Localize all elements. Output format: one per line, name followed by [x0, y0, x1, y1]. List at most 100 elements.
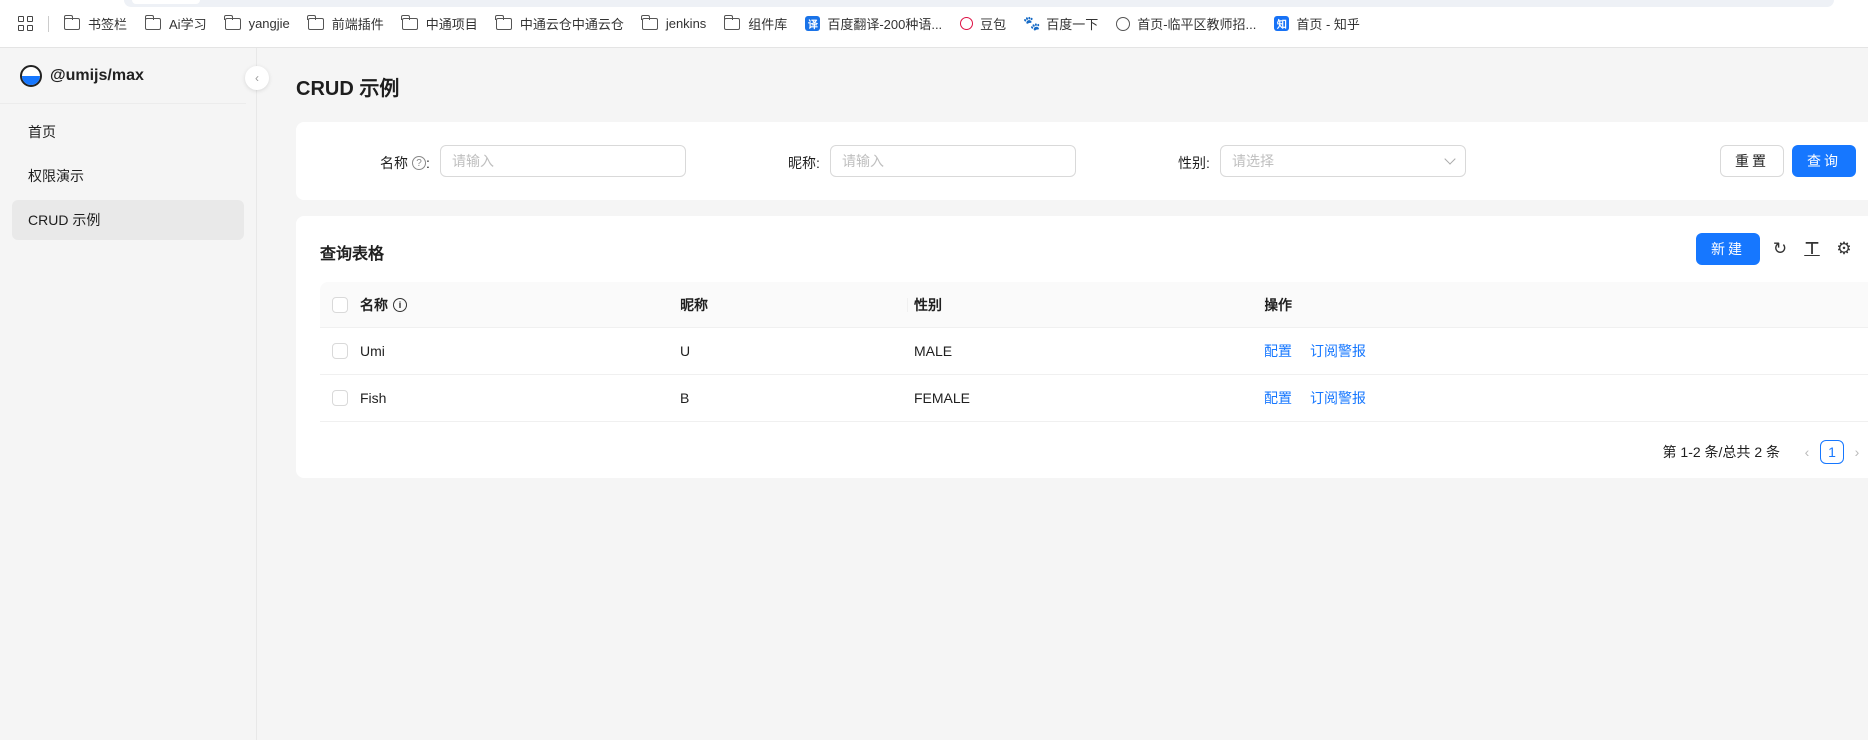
sidebar-item-label: 权限演示 [28, 168, 84, 184]
question-circle-icon[interactable]: ? [412, 156, 426, 170]
cell-gender: MALE [914, 343, 953, 359]
gender-select-placeholder: 请选择 [1232, 153, 1274, 169]
bookmark-label: yangjie [248, 16, 290, 31]
header-ops-label: 操作 [1264, 296, 1292, 313]
bookmark-item[interactable]: 中通云仓中通云仓 [495, 14, 624, 33]
bookmarks-bar: 书签栏 Ai学习 yangjie 前端插件 中通项目 中通云仓中通云仓 jenkins 组件库… [0, 0, 1868, 48]
sidebar-item-label: 首页 [28, 124, 56, 140]
reset-button[interactable]: 重置 [1720, 145, 1784, 177]
header-ops: 操作 [1264, 282, 1868, 327]
nick-input[interactable] [830, 145, 1076, 177]
bookmark-label: 中通云仓中通云仓 [519, 17, 624, 32]
query-button-label: 查询 [1807, 153, 1841, 169]
bookmark-item[interactable]: 豆包 [960, 14, 1006, 33]
header-nick: 昵称 [680, 282, 907, 327]
subscribe-alert-link[interactable]: 订阅警报 [1310, 388, 1366, 408]
collapse-sidebar-button[interactable]: ‹ [245, 66, 269, 90]
bookmark-label: 首页 - 知乎 [1296, 17, 1360, 32]
row-checkbox[interactable] [332, 390, 348, 406]
bookmark-item[interactable]: jenkins [641, 14, 707, 31]
folder-icon [224, 14, 241, 30]
page-1-button[interactable]: 1 [1820, 440, 1844, 464]
sidebar-item-home[interactable]: 首页 [12, 112, 244, 152]
sidebar: @umijs/max 首页 权限演示 CRUD 示例 [0, 48, 257, 740]
bookmark-label: 豆包 [980, 17, 1007, 32]
query-button[interactable]: 查询 [1792, 145, 1856, 177]
reset-button-label: 重置 [1735, 153, 1769, 169]
search-form: 名称 ? : 昵称: 性别: 请选择 重置 查询 [296, 122, 1868, 200]
name-field-label: 名称 ? : [380, 153, 430, 173]
sidebar-menu: 首页 权限演示 CRUD 示例 [0, 104, 256, 252]
name-input[interactable] [440, 145, 686, 177]
baidu-paw-icon: 🐾 [1022, 15, 1041, 31]
header-nick-label: 昵称 [680, 296, 708, 313]
bookmark-item[interactable]: 🐾 百度一下 [1022, 14, 1098, 33]
umi-logo-icon [20, 64, 42, 87]
configure-link[interactable]: 配置 [1264, 341, 1292, 361]
bookmark-item[interactable]: 首页-临平区教师招... [1116, 14, 1256, 33]
folder-icon [723, 14, 741, 30]
folder-icon [495, 14, 512, 30]
folder-icon [307, 14, 324, 30]
row-checkbox[interactable] [332, 343, 348, 359]
sidebar-item-crud[interactable]: CRUD 示例 [12, 200, 244, 240]
apps-grid-icon[interactable] [18, 15, 34, 32]
subscribe-alert-link[interactable]: 订阅警报 [1310, 341, 1366, 361]
header-name: 名称 i [360, 282, 680, 327]
bookmark-item[interactable]: 前端插件 [307, 14, 384, 33]
table-card: 查询表格 新建 ↻ ⊤ ⚙ 名称 i 昵称 性别 操作 Umi U MALE 配… [296, 216, 1868, 478]
sidebar-item-access[interactable]: 权限演示 [12, 156, 244, 196]
cell-name: Umi [360, 343, 385, 359]
density-icon[interactable]: ⊤ [1803, 239, 1821, 258]
cell-ops: 配置 订阅警报 [1264, 328, 1868, 374]
bookmark-label: jenkins [665, 16, 707, 31]
bookmark-item[interactable]: 书签栏 [63, 14, 127, 33]
prev-page-icon[interactable]: ‹ [1796, 444, 1818, 460]
reload-icon[interactable]: ↻ [1771, 239, 1789, 258]
nick-field-label: 昵称: [788, 153, 820, 173]
zhihu-icon: 知 [1274, 16, 1290, 31]
select-all-checkbox[interactable] [332, 296, 348, 313]
bookmark-item[interactable]: Ai学习 [144, 14, 207, 33]
cell-name: Fish [360, 390, 387, 406]
new-button[interactable]: 新建 [1696, 233, 1760, 265]
name-label-text: 名称 [380, 155, 408, 171]
bookmark-label: 百度翻译-200种语... [827, 17, 943, 32]
row-checkbox-cell [320, 375, 360, 421]
sidebar-item-label: CRUD 示例 [28, 212, 101, 228]
bookmark-item[interactable]: 译百度翻译-200种语... [805, 14, 942, 33]
folder-icon [63, 14, 80, 30]
bookmark-list: 书签栏 Ai学习 yangjie 前端插件 中通项目 中通云仓中通云仓 jenkins 组件库… [63, 14, 1378, 33]
bookmark-item[interactable]: 知首页 - 知乎 [1274, 14, 1360, 33]
info-circle-icon[interactable]: i [393, 297, 407, 312]
bookmark-item[interactable]: 中通项目 [401, 14, 478, 33]
table-title: 查询表格 [320, 246, 385, 263]
next-page-icon[interactable]: › [1846, 444, 1868, 460]
bookmark-item[interactable]: yangjie [224, 14, 290, 31]
new-button-label: 新建 [1711, 241, 1745, 257]
folder-icon [401, 14, 418, 30]
bookmarks-divider [48, 15, 49, 32]
logo[interactable]: @umijs/max [0, 48, 246, 104]
folder-icon [144, 14, 162, 30]
bookmark-label: 组件库 [748, 17, 788, 32]
bookmark-label: 前端插件 [331, 17, 384, 32]
translate-icon: 译 [805, 16, 821, 31]
chevron-left-icon: ‹ [255, 71, 259, 85]
cell-nick: U [680, 343, 691, 359]
header-checkbox-cell [320, 282, 360, 327]
configure-link[interactable]: 配置 [1264, 388, 1292, 408]
bookmark-item[interactable]: 组件库 [723, 14, 788, 33]
bookmark-label: 中通项目 [425, 17, 478, 32]
globe-icon [1116, 16, 1131, 31]
gender-select[interactable]: 请选择 [1220, 145, 1466, 177]
doubao-icon [960, 17, 974, 30]
cell-gender: FEMALE [914, 390, 971, 406]
settings-icon[interactable]: ⚙ [1835, 239, 1853, 258]
gender-field-label: 性别: [1178, 153, 1210, 173]
browser-tab-strip [124, 0, 1834, 7]
table-row: Fish B FEMALE 配置 订阅警报 [320, 375, 1868, 422]
table-header: 名称 i 昵称 性别 操作 [320, 282, 1868, 328]
cell-nick: B [680, 390, 690, 406]
chevron-down-icon [1444, 153, 1456, 165]
